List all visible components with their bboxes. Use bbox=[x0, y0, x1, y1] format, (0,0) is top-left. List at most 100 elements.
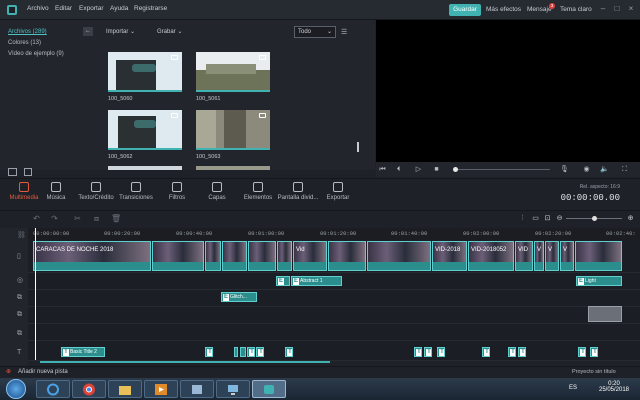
pip-track[interactable] bbox=[28, 307, 640, 324]
tab-capas[interactable]: Capas bbox=[195, 182, 239, 201]
taskbar-explorer[interactable] bbox=[108, 380, 142, 398]
menu-registrarse[interactable]: Registrarse bbox=[134, 5, 167, 12]
step-back-icon[interactable]: ⏴ bbox=[394, 165, 403, 174]
scrubber-handle[interactable] bbox=[453, 167, 458, 172]
title-clip[interactable]: T bbox=[578, 347, 586, 357]
title-clip[interactable]: T Basic Title 2 bbox=[61, 347, 105, 357]
video-clip[interactable] bbox=[277, 241, 292, 271]
menu-archivo[interactable]: Archivo bbox=[27, 5, 49, 12]
video-clip[interactable] bbox=[152, 241, 204, 271]
video-clip[interactable] bbox=[205, 241, 221, 271]
video-clip[interactable] bbox=[222, 241, 247, 271]
title-clip[interactable]: T bbox=[482, 347, 490, 357]
title-clip[interactable]: T bbox=[285, 347, 293, 357]
save-button[interactable]: Guardar bbox=[449, 4, 481, 16]
tab-exportar[interactable]: Exportar bbox=[316, 182, 360, 201]
start-button[interactable] bbox=[6, 379, 26, 399]
fullscreen-icon[interactable]: ⛶ bbox=[620, 165, 629, 174]
tab-musica[interactable]: Música bbox=[34, 182, 78, 201]
delete-icon[interactable]: 🗑 bbox=[111, 214, 121, 223]
close-icon[interactable]: × bbox=[626, 4, 636, 14]
title-clip[interactable]: T bbox=[508, 347, 516, 357]
library-scrollbar[interactable] bbox=[357, 142, 359, 152]
title-clip[interactable]: T bbox=[424, 347, 432, 357]
playhead[interactable] bbox=[35, 228, 36, 360]
redo-icon[interactable]: ↷ bbox=[50, 214, 59, 223]
taskbar-app[interactable] bbox=[180, 380, 214, 398]
play-icon[interactable]: ▷ bbox=[414, 165, 423, 174]
undo-icon[interactable]: ↶ bbox=[32, 214, 41, 223]
split-icon[interactable]: ⧈ bbox=[92, 214, 101, 223]
zoom-out-icon[interactable]: ⊖ bbox=[555, 214, 564, 223]
delete-folder-icon[interactable] bbox=[24, 168, 32, 176]
timeline-scrollbar[interactable] bbox=[40, 361, 330, 363]
sidebar-item-archivos[interactable]: Archivos (289) bbox=[8, 29, 47, 35]
stop-icon[interactable]: ■ bbox=[432, 165, 441, 174]
taskbar-chrome[interactable] bbox=[72, 380, 106, 398]
list-view-icon[interactable]: ☰ bbox=[341, 29, 349, 36]
title-clip[interactable]: T bbox=[437, 347, 445, 357]
video-clip[interactable]: CARACAS DE NOCHE 2018 bbox=[33, 241, 151, 271]
video-clip[interactable]: VID-2018052 bbox=[468, 241, 514, 271]
video-clip[interactable]: Vid bbox=[293, 241, 327, 271]
element-clip[interactable]: E Abstract 1 bbox=[291, 276, 342, 286]
tab-transiciones[interactable]: Transiciones bbox=[114, 182, 158, 201]
video-clip[interactable]: VID-2018 bbox=[432, 241, 467, 271]
sidebar-item-colores[interactable]: Colores (13) bbox=[8, 40, 41, 46]
title-clip[interactable] bbox=[240, 347, 246, 357]
video-clip[interactable] bbox=[367, 241, 431, 271]
preview-scrubber[interactable] bbox=[455, 169, 550, 170]
zoom-in-icon[interactable]: ⊕ bbox=[626, 214, 635, 223]
theme-toggle[interactable]: Tema claro bbox=[560, 6, 592, 13]
link-icon[interactable]: ⛓ bbox=[17, 232, 26, 239]
maximize-icon[interactable]: □ bbox=[612, 4, 622, 14]
video-clip[interactable] bbox=[248, 241, 276, 271]
add-track-icon[interactable]: ⊕ bbox=[6, 368, 11, 375]
import-dropdown[interactable]: Importar ⌄ bbox=[106, 28, 135, 35]
menu-editar[interactable]: Editar bbox=[55, 5, 72, 12]
menu-exportar[interactable]: Exportar bbox=[79, 5, 104, 12]
snapshot-icon[interactable]: ◉ bbox=[582, 165, 591, 174]
taskbar-media-player[interactable] bbox=[144, 380, 178, 398]
title-clip[interactable]: T bbox=[247, 347, 255, 357]
cut-icon[interactable]: ✂ bbox=[73, 214, 82, 223]
taskbar-filmora[interactable] bbox=[252, 380, 286, 398]
preview-window[interactable] bbox=[376, 20, 640, 162]
marker-icon[interactable]: ▭ bbox=[531, 214, 540, 223]
language-indicator[interactable]: ES bbox=[569, 385, 577, 391]
menu-ayuda[interactable]: Ayuda bbox=[110, 5, 128, 12]
new-folder-icon[interactable] bbox=[8, 168, 17, 176]
video-clip[interactable]: V bbox=[560, 241, 574, 271]
video-clip[interactable] bbox=[575, 241, 622, 271]
tab-filtros[interactable]: Filtros bbox=[155, 182, 199, 201]
taskbar-computer[interactable] bbox=[216, 380, 250, 398]
element-clip[interactable]: E Light bbox=[576, 276, 622, 286]
video-clip[interactable] bbox=[328, 241, 366, 271]
sidebar-item-video-ejemplo[interactable]: Vídeo de ejemplo (9) bbox=[8, 51, 64, 57]
video-clip[interactable]: VID bbox=[515, 241, 533, 271]
more-effects-link[interactable]: Más efectos bbox=[486, 6, 521, 13]
pip-track[interactable] bbox=[28, 290, 640, 307]
volume-icon[interactable]: 🔈 bbox=[600, 165, 609, 174]
zoom-fit-icon[interactable]: ⊡ bbox=[543, 214, 552, 223]
system-clock[interactable]: 0:20 25/05/2018 bbox=[592, 381, 636, 393]
media-thumb-partial[interactable] bbox=[196, 166, 270, 170]
minimize-icon[interactable]: – bbox=[598, 4, 608, 14]
back-arrow-icon[interactable]: ← bbox=[83, 27, 93, 36]
pip-track[interactable] bbox=[28, 324, 640, 341]
media-thumb-partial[interactable] bbox=[108, 166, 182, 170]
video-clip[interactable]: V bbox=[545, 241, 559, 271]
title-clip[interactable] bbox=[234, 347, 238, 357]
title-clip[interactable]: T bbox=[205, 347, 213, 357]
element-clip[interactable]: E Glitch... bbox=[221, 292, 257, 302]
zoom-slider-handle[interactable] bbox=[592, 216, 597, 221]
add-track-button[interactable]: Añadir nueva pista bbox=[18, 369, 68, 375]
filter-select[interactable]: Todo ⌄ bbox=[294, 26, 336, 38]
record-dropdown[interactable]: Grabar ⌄ bbox=[157, 28, 182, 35]
text-track[interactable] bbox=[28, 341, 640, 361]
pip-clip[interactable] bbox=[588, 306, 622, 322]
tab-elementos[interactable]: Elementos bbox=[236, 182, 280, 201]
microphone-icon[interactable]: 🎙 bbox=[560, 165, 569, 174]
rewind-icon[interactable]: ⏮ bbox=[378, 165, 387, 174]
element-clip[interactable]: E bbox=[276, 276, 290, 286]
